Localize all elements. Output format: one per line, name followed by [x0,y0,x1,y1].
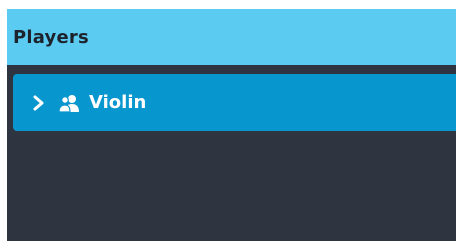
players-panel: Players Violin [7,9,456,241]
player-name: Violin [89,92,147,113]
people-icon [57,93,81,113]
panel-title: Players [13,26,89,48]
chevron-right-icon[interactable] [31,93,47,113]
players-list: Violin [7,67,456,131]
player-row-violin[interactable]: Violin [13,74,456,131]
players-panel-header: Players [7,9,456,67]
